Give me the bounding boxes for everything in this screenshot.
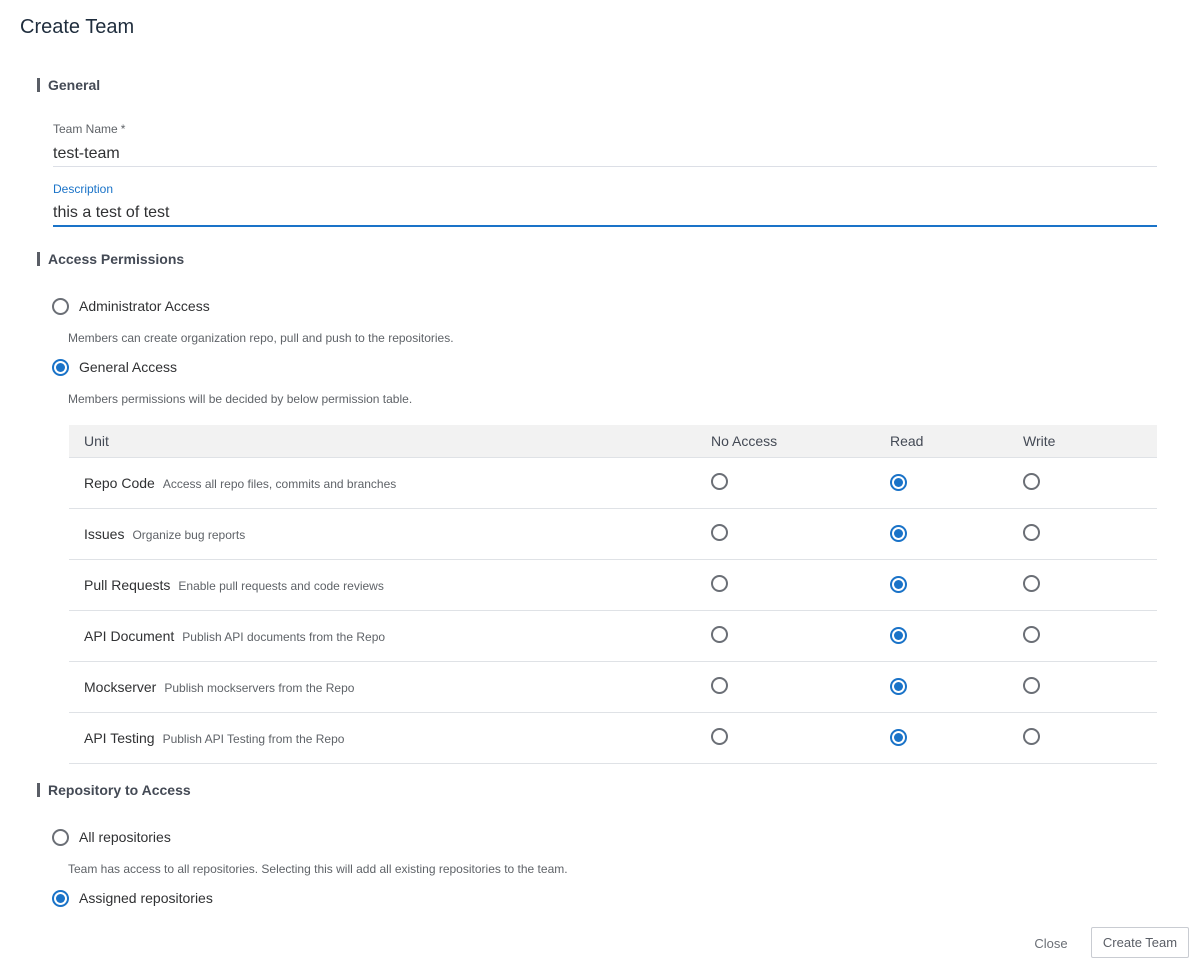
unit-name: Issues: [84, 525, 125, 542]
table-row: Repo Code Access all repo files, commits …: [69, 457, 1157, 509]
radio-write[interactable]: [1023, 472, 1040, 490]
section-title-repos: Repository to Access: [37, 783, 191, 797]
radio-button[interactable]: [52, 889, 69, 907]
radio-read[interactable]: [890, 678, 907, 695]
required-marker: *: [120, 122, 126, 136]
radio-assigned-repositories[interactable]: Assigned repositories: [52, 889, 213, 907]
unit-name: API Document: [84, 627, 175, 644]
radio-no-access[interactable]: [711, 523, 728, 541]
radio-label: Administrator Access: [79, 298, 210, 314]
table-row: API Document Publish API documents from t…: [69, 610, 1157, 662]
table-row: Pull Requests Enable pull requests and co…: [69, 559, 1157, 611]
radio-button[interactable]: [52, 828, 69, 846]
radio-general-access[interactable]: General Access: [52, 358, 177, 376]
unit-name: Repo Code: [84, 474, 155, 491]
radio-read[interactable]: [890, 525, 907, 542]
unit-description: Organize bug reports: [132, 527, 246, 542]
unit-description: Publish API documents from the Repo: [182, 629, 386, 644]
unit-name: Pull Requests: [84, 576, 171, 593]
radio-no-access[interactable]: [711, 574, 728, 592]
description-label: Description: [53, 182, 114, 196]
table-header-row: Unit No Access Read Write: [69, 425, 1157, 458]
unit-description: Access all repo files, commits and branc…: [162, 476, 397, 491]
table-row: Mockserver Publish mockservers from the R…: [69, 661, 1157, 713]
create-team-button[interactable]: Create Team: [1091, 927, 1189, 958]
section-title-access: Access Permissions: [37, 252, 184, 266]
team-name-input[interactable]: [53, 141, 1157, 167]
unit-description: Publish mockservers from the Repo: [164, 680, 355, 695]
radio-button[interactable]: [52, 297, 69, 315]
header-write: Write: [1023, 425, 1157, 458]
radio-no-access[interactable]: [711, 676, 728, 694]
radio-write[interactable]: [1023, 574, 1040, 592]
radio-no-access[interactable]: [711, 625, 728, 643]
radio-write[interactable]: [1023, 727, 1040, 745]
unit-name: API Testing: [84, 729, 155, 746]
unit-description: Publish API Testing from the Repo: [162, 731, 345, 746]
header-no-access: No Access: [711, 425, 890, 458]
description-input[interactable]: [53, 201, 1157, 227]
radio-all-repositories[interactable]: All repositories: [52, 828, 171, 846]
radio-read[interactable]: [890, 474, 907, 491]
administrator-access-help: Members can create organization repo, pu…: [68, 331, 454, 345]
header-unit: Unit: [69, 425, 711, 458]
unit-description: Enable pull requests and code reviews: [178, 578, 384, 593]
radio-no-access[interactable]: [711, 472, 728, 490]
all-repositories-help: Team has access to all repositories. Sel…: [68, 862, 568, 876]
radio-no-access[interactable]: [711, 727, 728, 745]
team-name-label-text: Team Name: [53, 122, 118, 136]
radio-button[interactable]: [52, 358, 69, 376]
radio-label: General Access: [79, 359, 178, 375]
radio-write[interactable]: [1023, 625, 1040, 643]
general-access-help: Members permissions will be decided by b…: [68, 392, 413, 406]
radio-administrator-access[interactable]: Administrator Access: [52, 297, 210, 315]
radio-read[interactable]: [890, 627, 907, 644]
radio-write[interactable]: [1023, 676, 1040, 694]
team-name-label: Team Name *: [53, 122, 125, 136]
unit-name: Mockserver: [84, 678, 157, 695]
permission-table: Unit No Access Read Write Repo Code Acces…: [69, 425, 1157, 764]
radio-write[interactable]: [1023, 523, 1040, 541]
header-read: Read: [890, 425, 1023, 458]
radio-read[interactable]: [890, 576, 907, 593]
radio-label: All repositories: [79, 829, 171, 845]
radio-label: Assigned repositories: [79, 890, 213, 906]
section-title-general: General: [37, 78, 100, 92]
table-row: Issues Organize bug reports: [69, 508, 1157, 560]
radio-read[interactable]: [890, 729, 907, 746]
close-button[interactable]: Close: [1022, 929, 1080, 957]
dialog-title: Create Team: [20, 16, 135, 38]
table-row: API Testing Publish API Testing from the …: [69, 712, 1157, 764]
